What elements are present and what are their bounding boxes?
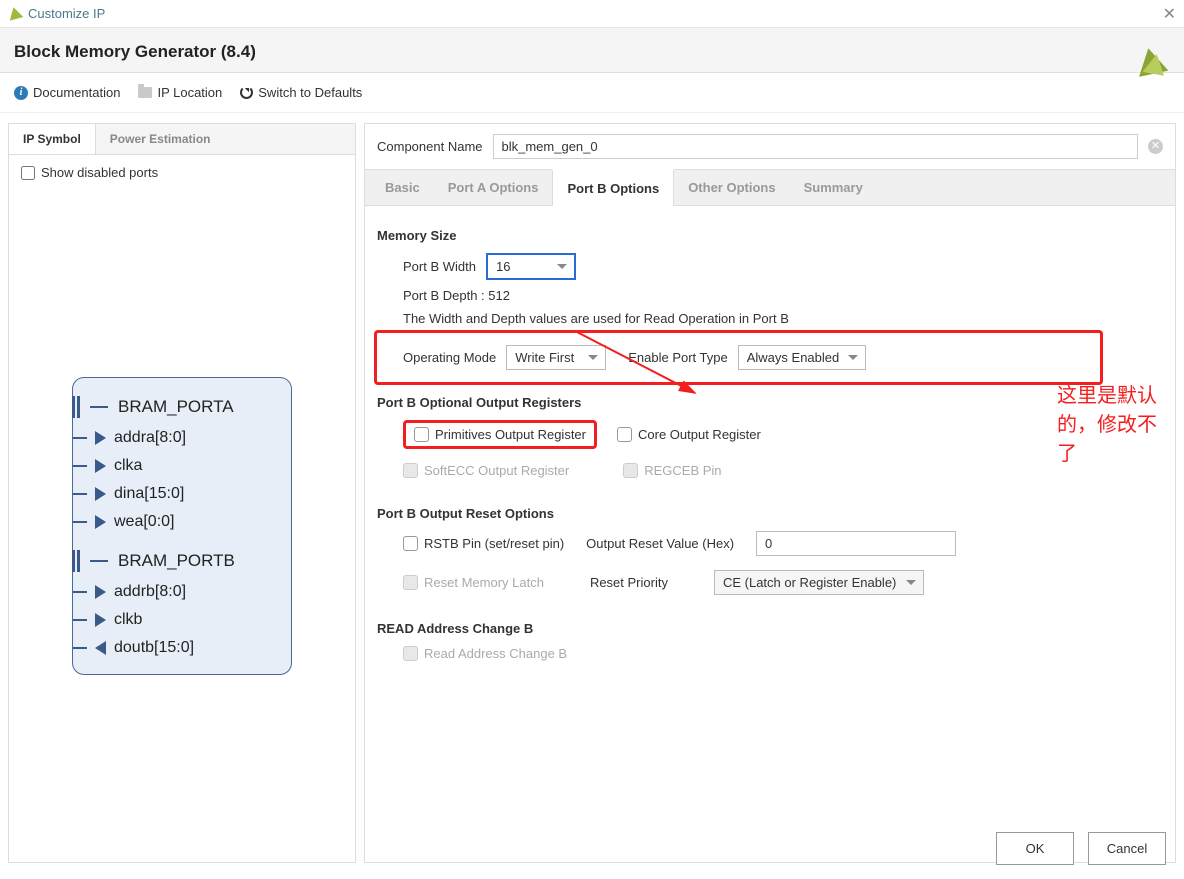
primitives-output-register-checkbox[interactable] <box>414 427 429 442</box>
reset-memory-latch-checkbox <box>403 575 418 590</box>
header: Block Memory Generator (8.4) <box>0 28 1184 73</box>
core-output-register-checkbox[interactable] <box>617 427 632 442</box>
page-title: Block Memory Generator (8.4) <box>14 42 1170 62</box>
show-disabled-ports-label: Show disabled ports <box>41 165 158 180</box>
chevron-down-icon <box>588 355 598 360</box>
operating-mode-label: Operating Mode <box>403 350 496 365</box>
tab-power-estimation[interactable]: Power Estimation <box>96 124 225 154</box>
show-disabled-ports-checkbox[interactable] <box>21 166 35 180</box>
output-reset-value-input[interactable] <box>756 531 956 556</box>
port-b-depth-label: Port B Depth : 512 <box>403 288 510 303</box>
output-reset-value-label: Output Reset Value (Hex) <box>586 536 734 551</box>
memory-size-heading: Memory Size <box>377 228 1163 243</box>
switch-defaults-link[interactable]: Switch to Defaults <box>240 85 362 100</box>
regceb-pin-checkbox <box>623 463 638 478</box>
read-address-change-checkbox <box>403 646 418 661</box>
tab-summary[interactable]: Summary <box>790 170 877 205</box>
close-icon[interactable]: ✕ <box>1163 4 1176 24</box>
ip-location-link[interactable]: IP Location <box>138 85 222 100</box>
tab-other-options[interactable]: Other Options <box>674 170 789 205</box>
chevron-down-icon <box>906 580 916 585</box>
softecc-output-register-checkbox <box>403 463 418 478</box>
tab-port-b-options[interactable]: Port B Options <box>552 169 674 206</box>
annotation-highlight-box-small: Primitives Output Register <box>403 420 597 449</box>
reset-priority-select: CE (Latch or Register Enable) <box>714 570 924 595</box>
rstb-pin-checkbox[interactable] <box>403 536 418 551</box>
read-address-change-heading: READ Address Change B <box>377 621 1163 636</box>
titlebar: Customize IP ✕ <box>0 0 1184 28</box>
enable-port-type-label: Enable Port Type <box>628 350 728 365</box>
chevron-down-icon <box>848 355 858 360</box>
cancel-button[interactable]: Cancel <box>1088 832 1166 865</box>
width-depth-note: The Width and Depth values are used for … <box>403 311 789 326</box>
documentation-link[interactable]: i Documentation <box>14 85 120 100</box>
folder-icon <box>138 87 152 98</box>
port-b-width-select[interactable]: 16 <box>486 253 576 280</box>
component-name-input[interactable]: blk_mem_gen_0 <box>493 134 1139 159</box>
reset-priority-label: Reset Priority <box>590 575 668 590</box>
chevron-down-icon <box>557 264 567 269</box>
tab-ip-symbol[interactable]: IP Symbol <box>9 124 96 154</box>
port-b-width-label: Port B Width <box>403 259 476 274</box>
info-icon: i <box>14 86 28 100</box>
vendor-logo-icon <box>1136 48 1166 78</box>
optional-output-registers-heading: Port B Optional Output Registers <box>377 395 1163 410</box>
window-title: Customize IP <box>28 6 105 21</box>
tab-port-a-options[interactable]: Port A Options <box>434 170 553 205</box>
left-panel: IP Symbol Power Estimation Show disabled… <box>8 123 356 863</box>
output-reset-options-heading: Port B Output Reset Options <box>377 506 1163 521</box>
operating-mode-select[interactable]: Write First <box>506 345 606 370</box>
clear-icon[interactable]: ✕ <box>1148 139 1163 154</box>
toolbar: i Documentation IP Location Switch to De… <box>0 73 1184 113</box>
enable-port-type-select[interactable]: Always Enabled <box>738 345 866 370</box>
ip-symbol-diagram: BRAM_PORTA addra[8:0] clka dina[15:0] we… <box>9 190 355 862</box>
app-logo-icon <box>8 7 22 21</box>
tab-basic[interactable]: Basic <box>371 170 434 205</box>
annotation-highlight-box: Operating Mode Write First Enable Port T… <box>374 330 1103 385</box>
annotation-text: 这里是默认的，修改不了 <box>1057 379 1175 466</box>
refresh-icon <box>240 86 253 99</box>
right-panel: Component Name blk_mem_gen_0 ✕ Basic Por… <box>364 123 1176 863</box>
ok-button[interactable]: OK <box>996 832 1074 865</box>
component-name-label: Component Name <box>377 139 483 154</box>
